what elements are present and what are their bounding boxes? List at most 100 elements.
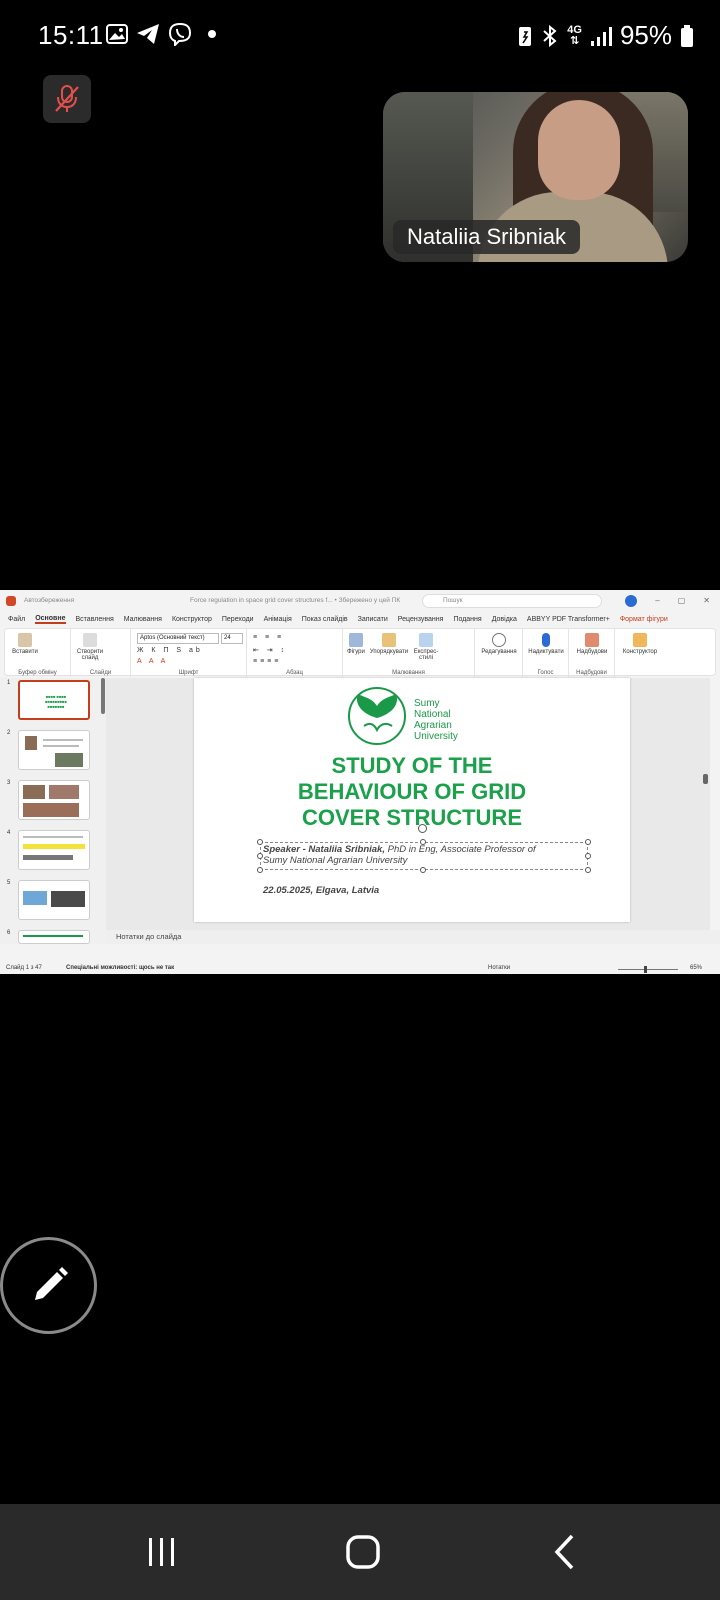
paste-button[interactable]: Вставити [11, 633, 39, 655]
search-input[interactable]: Пошук [422, 594, 602, 608]
tab-record[interactable]: Записати [358, 616, 388, 623]
quick-styles-button[interactable]: Експрес-стилі [411, 633, 441, 661]
tab-help[interactable]: Довідка [492, 616, 517, 623]
slide-thumbnail-4[interactable] [18, 830, 90, 870]
slide-thumbnails-pane[interactable]: 1 ■■■■ ■■■■ ■■■■■■■■■ ■■■■■■■ 2 3 4 5 6 [0, 678, 106, 944]
tab-shape-format[interactable]: Формат фігури [620, 616, 668, 623]
thumb-number: 4 [7, 830, 11, 836]
zoom-slider[interactable] [618, 969, 678, 970]
font-size-select[interactable]: 24 [221, 633, 243, 644]
designer-button[interactable]: Конструктор [617, 633, 663, 655]
slide-thumbnail-5[interactable] [18, 880, 90, 920]
slide-thumbnail-1[interactable]: ■■■■ ■■■■ ■■■■■■■■■ ■■■■■■■ [18, 680, 90, 720]
speaker-affiliation: Sumy National Agrarian University [263, 855, 408, 866]
tab-slideshow[interactable]: Показ слайдів [302, 616, 348, 623]
editing-label: Редагування [481, 649, 517, 655]
font-color-buttons[interactable]: A A A [137, 658, 168, 665]
font-group: Aptos (Основний текст) 24 Ж К П S ab A A… [131, 629, 247, 677]
participant-video-tile[interactable]: Nataliia Sribniak [383, 92, 688, 262]
slide-title-line: STUDY OF THE [331, 753, 493, 778]
network-type: 4G ⇅ [567, 23, 582, 47]
slides-group: Створити слайд Слайди [71, 629, 131, 677]
university-line: Agrarian [414, 720, 452, 731]
thumbnails-scrollbar[interactable] [101, 678, 105, 714]
tab-design[interactable]: Конструктор [172, 616, 212, 623]
font-style-buttons[interactable]: Ж К П S ab [137, 647, 203, 654]
tab-home[interactable]: Основне [35, 615, 66, 624]
recent-apps-icon [149, 1538, 174, 1566]
thumb-number: 5 [7, 880, 11, 886]
designer-group: Конструктор [615, 629, 665, 677]
battery-icon [681, 24, 693, 47]
font-name-select[interactable]: Aptos (Основний текст) [137, 633, 219, 644]
resize-handle[interactable] [257, 867, 263, 873]
editing-button[interactable]: Редагування [477, 633, 521, 655]
dictate-button[interactable]: Надиктувати [525, 633, 567, 655]
thumb-number: 3 [7, 780, 11, 786]
list-buttons[interactable]: ≡ ≡ ≡ [253, 634, 284, 641]
tab-animations[interactable]: Анімація [264, 616, 292, 623]
notification-icons [106, 22, 220, 46]
quick-styles-label: Експрес-стилі [413, 649, 439, 661]
accessibility-status[interactable]: Спеціальні можливості: щось не так [66, 965, 174, 971]
current-slide[interactable]: Sumy National Agrarian University STUDY … [194, 678, 630, 922]
tab-transitions[interactable]: Переходи [222, 616, 254, 623]
shared-screen[interactable]: Автозбереження Force regulation in space… [0, 590, 720, 974]
zoom-slider-thumb[interactable] [644, 966, 647, 973]
zoom-level[interactable]: 65% [690, 965, 702, 971]
maximize-icon[interactable]: ▢ [678, 596, 686, 605]
slide-thumbnail-2[interactable] [18, 730, 90, 770]
tab-file[interactable]: Файл [8, 616, 25, 623]
addins-icon [585, 633, 599, 647]
university-logo: Sumy National Agrarian University [344, 686, 474, 746]
thumb-text-line [23, 935, 83, 937]
thumb-photo [25, 736, 37, 750]
document-title: Force regulation in space grid cover str… [190, 597, 401, 604]
notes-pane[interactable]: Нотатки до слайда [106, 930, 720, 944]
arrange-button[interactable]: Упорядкувати [369, 633, 409, 655]
slide-scrollbar[interactable] [703, 774, 708, 784]
group-label-voice: Голос [537, 670, 554, 676]
mic-muted-button[interactable] [43, 75, 91, 123]
group-label-drawing: Малювання [392, 670, 425, 676]
home-button[interactable] [333, 1530, 393, 1574]
tab-view[interactable]: Подання [453, 616, 481, 623]
resize-handle[interactable] [585, 867, 591, 873]
slide-thumbnail-6[interactable] [18, 930, 90, 944]
group-label-paragraph: Абзац [286, 670, 303, 676]
rotate-handle[interactable] [418, 824, 427, 833]
thumb-photo [23, 803, 79, 817]
recent-apps-button[interactable] [132, 1530, 192, 1574]
voice-group: Надиктувати Голос [523, 629, 569, 677]
find-icon [492, 633, 506, 647]
user-avatar[interactable] [625, 595, 637, 607]
addins-group: Надбудови Надбудови [569, 629, 615, 677]
tab-insert[interactable]: Вставлення [76, 616, 114, 623]
resize-handle[interactable] [420, 867, 426, 873]
resize-handle[interactable] [585, 839, 591, 845]
indent-buttons[interactable]: ⇤ ⇥ ↕ [253, 646, 287, 654]
thumb-text-line [43, 739, 83, 741]
new-slide-icon [83, 633, 97, 647]
ribbon-tabs: Файл Основне Вставлення Малювання Констр… [0, 612, 720, 626]
minimize-icon[interactable]: – [655, 596, 659, 605]
paragraph-group: ≡ ≡ ≡ ⇤ ⇥ ↕ ≡≡≡≡ Абзац [247, 629, 343, 677]
tab-review[interactable]: Рецензування [398, 616, 444, 623]
addins-label: Надбудови [576, 649, 608, 655]
battery-saver-icon [519, 26, 532, 46]
viber-icon [168, 22, 192, 46]
resize-handle[interactable] [585, 853, 591, 859]
annotate-button[interactable] [0, 1237, 97, 1334]
addins-button[interactable]: Надбудови [571, 633, 613, 655]
participant-face [538, 100, 620, 200]
align-buttons[interactable]: ≡≡≡≡ [253, 658, 281, 665]
shapes-button[interactable]: Фігури [345, 633, 367, 655]
tab-abbyy[interactable]: ABBYY PDF Transformer+ [527, 616, 610, 623]
arrange-icon [382, 633, 396, 647]
tab-draw[interactable]: Малювання [124, 616, 162, 623]
close-icon[interactable]: ✕ [703, 596, 710, 605]
new-slide-button[interactable]: Створити слайд [73, 633, 107, 661]
notes-toggle[interactable]: Нотатки [488, 965, 510, 971]
slide-thumbnail-3[interactable] [18, 780, 90, 820]
back-button[interactable] [535, 1530, 595, 1574]
